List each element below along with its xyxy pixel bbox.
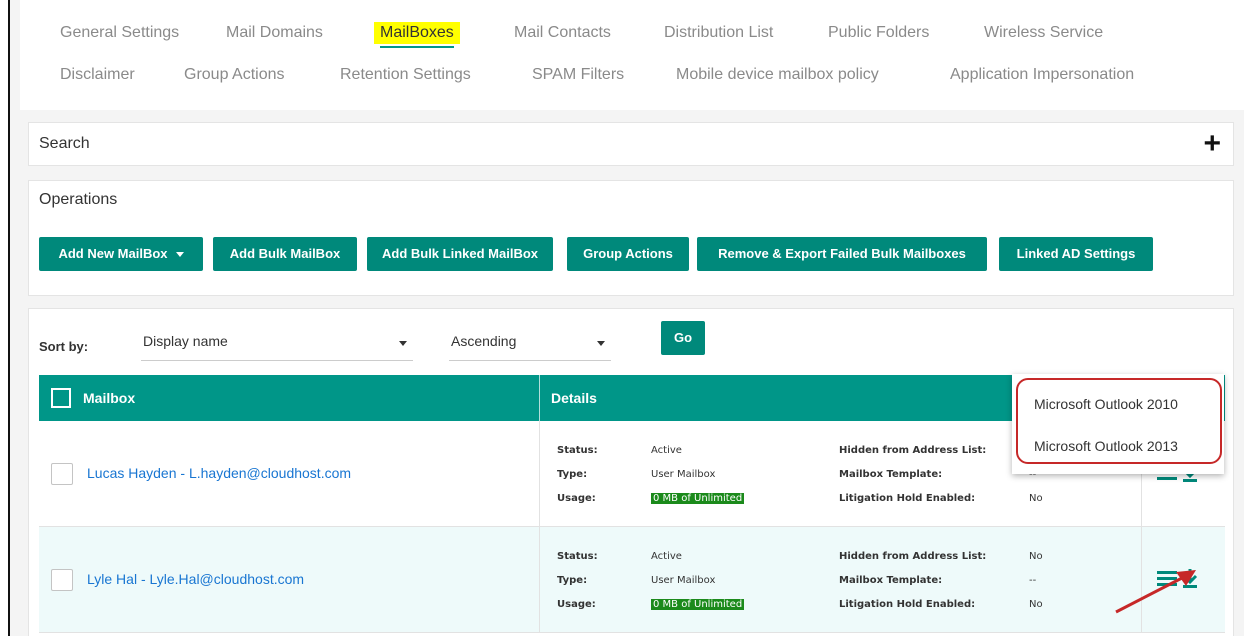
tab-mobile-device-mailbox-policy[interactable]: Mobile device mailbox policy xyxy=(670,64,885,86)
header-divider xyxy=(539,375,540,421)
tab-mailboxes[interactable]: MailBoxes xyxy=(374,22,460,48)
operations-title: Operations xyxy=(39,191,118,208)
type-label: Type: xyxy=(557,575,588,586)
hidden-value: No xyxy=(1029,551,1043,562)
template-value: -- xyxy=(1029,575,1037,586)
sort-field-value: Display name xyxy=(143,333,228,349)
tab-mail-contacts[interactable]: Mail Contacts xyxy=(508,22,617,44)
hidden-label: Hidden from Address List: xyxy=(839,445,987,456)
usage-label: Usage: xyxy=(557,493,596,504)
tab-general-settings[interactable]: General Settings xyxy=(54,22,185,44)
template-label: Mailbox Template: xyxy=(839,469,943,480)
sort-order-value: Ascending xyxy=(451,333,517,349)
litigation-value: No xyxy=(1029,599,1043,610)
caret-down-icon xyxy=(175,252,184,258)
litigation-value: No xyxy=(1029,493,1043,504)
sort-order-select[interactable]: Ascending xyxy=(449,331,611,361)
annotation-highlight xyxy=(1016,378,1222,464)
mailbox-link[interactable]: Lucas Hayden - L.hayden@cloudhost.com xyxy=(87,465,351,481)
mailbox-link[interactable]: Lyle Hal - Lyle.Hal@cloudhost.com xyxy=(87,571,304,587)
status-label: Status: xyxy=(557,445,598,456)
select-all-checkbox[interactable] xyxy=(51,388,71,408)
sort-label: Sort by: xyxy=(39,339,89,354)
column-divider xyxy=(539,421,540,527)
search-title: Search xyxy=(39,135,90,152)
group-actions-button[interactable]: Group Actions xyxy=(567,237,689,271)
table-row: Lyle Hal - Lyle.Hal@cloudhost.com Status… xyxy=(39,527,1225,633)
remove-export-failed-button[interactable]: Remove & Export Failed Bulk Mailboxes xyxy=(697,237,987,271)
hidden-label: Hidden from Address List: xyxy=(839,551,987,562)
usage-badge: 0 MB of Unlimited xyxy=(651,493,745,504)
add-new-mailbox-button[interactable]: Add New MailBox xyxy=(39,237,203,271)
operations-panel: Operations Add New MailBox Add Bulk Mail… xyxy=(28,180,1234,296)
tab-distribution-list[interactable]: Distribution List xyxy=(658,22,779,44)
column-divider xyxy=(539,527,540,633)
type-label: Type: xyxy=(557,469,588,480)
expand-search-icon[interactable]: + xyxy=(1203,127,1221,161)
litigation-label: Litigation Hold Enabled: xyxy=(839,599,976,610)
template-label: Mailbox Template: xyxy=(839,575,943,586)
tab-wireless-service[interactable]: Wireless Service xyxy=(978,22,1109,44)
status-label: Status: xyxy=(557,551,598,562)
type-value: User Mailbox xyxy=(651,575,716,586)
tab-application-impersonation[interactable]: Application Impersonation xyxy=(944,64,1140,86)
chevron-down-icon xyxy=(597,341,605,346)
status-value: Active xyxy=(651,445,682,456)
row-checkbox[interactable] xyxy=(51,463,73,485)
add-bulk-mailbox-button[interactable]: Add Bulk MailBox xyxy=(213,237,357,271)
search-panel[interactable]: Search + xyxy=(28,122,1234,166)
add-new-mailbox-label: Add New MailBox xyxy=(58,246,168,261)
linked-ad-settings-button[interactable]: Linked AD Settings xyxy=(999,237,1153,271)
sort-field-select[interactable]: Display name xyxy=(141,331,413,361)
type-value: User Mailbox xyxy=(651,469,716,480)
header-mailbox: Mailbox xyxy=(83,390,136,406)
tab-disclaimer[interactable]: Disclaimer xyxy=(54,64,141,86)
tab-spam-filters[interactable]: SPAM Filters xyxy=(526,64,630,86)
page-frame: General Settings Mail Domains MailBoxes … xyxy=(8,0,1244,636)
add-bulk-linked-mailbox-button[interactable]: Add Bulk Linked MailBox xyxy=(367,237,553,271)
usage-badge: 0 MB of Unlimited xyxy=(651,599,745,610)
tab-public-folders[interactable]: Public Folders xyxy=(822,22,935,44)
chevron-down-icon xyxy=(399,341,407,346)
go-button[interactable]: Go xyxy=(661,321,705,355)
annotation-arrow xyxy=(1115,570,1196,614)
settings-tabs: General Settings Mail Domains MailBoxes … xyxy=(20,0,1244,110)
tab-retention-settings[interactable]: Retention Settings xyxy=(334,64,477,86)
litigation-label: Litigation Hold Enabled: xyxy=(839,493,976,504)
status-value: Active xyxy=(651,551,682,562)
tab-mail-domains[interactable]: Mail Domains xyxy=(220,22,329,44)
row-checkbox[interactable] xyxy=(51,569,73,591)
tab-group-actions[interactable]: Group Actions xyxy=(178,64,291,86)
header-details: Details xyxy=(551,390,597,406)
usage-label: Usage: xyxy=(557,599,596,610)
